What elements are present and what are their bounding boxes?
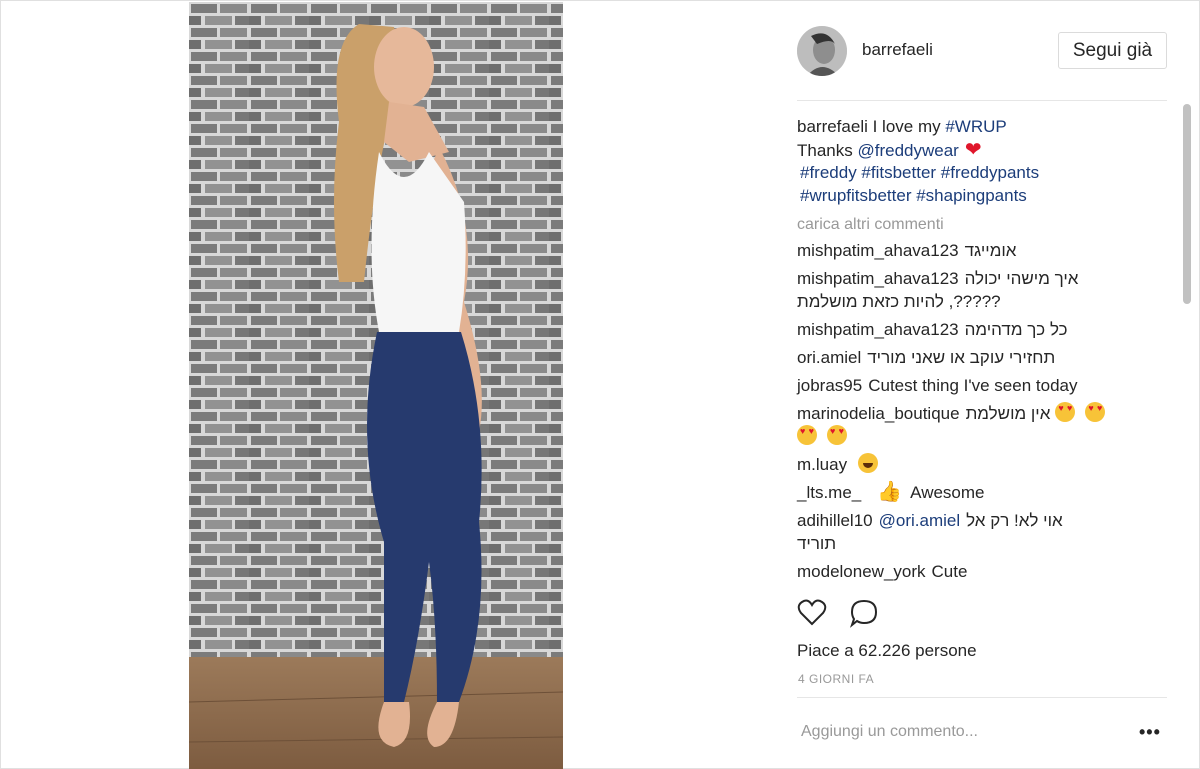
scrollbar-thumb[interactable] [1183, 104, 1191, 304]
speech-bubble-icon[interactable] [849, 598, 879, 628]
more-options-button[interactable]: ••• [1139, 722, 1161, 743]
caption-text: Thanks [797, 140, 858, 160]
comment-text: כל כך מדהימה [964, 320, 1068, 339]
list-item: ori.amiel תחזירי עוקב או שאני מוריד [797, 346, 1177, 369]
post-author-username[interactable]: barrefaeli [862, 40, 933, 60]
header-divider [797, 100, 1167, 101]
list-item: mishpatim_ahava123 כל כך מדהימה [797, 318, 1177, 341]
comment-text: Cute [931, 562, 968, 581]
list-item: marinodelia_boutique אין מושלמת [797, 402, 1177, 448]
thumbs-up-emoji-icon: 👍 [877, 481, 903, 503]
footer-divider [797, 697, 1167, 698]
mention-link[interactable]: @ori.amiel [879, 511, 961, 530]
hashtag-links[interactable]: #freddy #fitsbetter #freddypants [800, 163, 1039, 182]
post-caption: barrefaeli I love my #WRUP Thanks @fredd… [797, 116, 1177, 207]
likes-count[interactable]: Piace a 62.226 persone [797, 641, 977, 661]
comments-list: barrefaeli I love my #WRUP Thanks @fredd… [797, 116, 1177, 583]
heart-outline-icon[interactable] [797, 598, 827, 628]
comment-username[interactable]: jobras95 [797, 376, 862, 395]
comment-text: אוי לא! רק אל [966, 511, 1063, 530]
heart-eyes-emoji-icon [827, 425, 847, 445]
comment-text: אין מושלמת [965, 404, 1051, 423]
list-item: _lts.me_ 👍 Awesome [797, 481, 1177, 504]
hashtag-link[interactable]: #WRUP [945, 117, 1006, 136]
list-item: m.luay [797, 453, 1177, 476]
list-item: adihillel10 @ori.amiel אוי לא! רק אל תוריד [797, 509, 1177, 555]
grinning-emoji-icon [858, 453, 879, 473]
caption-username[interactable]: barrefaeli [797, 117, 868, 136]
comment-username[interactable]: ori.amiel [797, 348, 861, 367]
list-item: mishpatim_ahava123 איך מישהי יכולה ?????,… [797, 267, 1177, 313]
comment-username[interactable]: marinodelia_boutique [797, 404, 960, 423]
post-sidebar: barrefaeli Segui già barrefaeli I love m… [797, 0, 1167, 769]
heart-emoji-icon: ❤ [964, 138, 982, 161]
avatar[interactable] [797, 26, 847, 76]
list-item: mishpatim_ahava123 אומייגד [797, 239, 1177, 262]
comment-username[interactable]: mishpatim_ahava123 [797, 241, 959, 260]
comment-text: איך מישהי יכולה [964, 269, 1079, 288]
comments-scrollbar[interactable] [1181, 100, 1193, 586]
comment-text: תוריד [797, 534, 837, 553]
comment-text: Cutest thing I've seen today [868, 376, 1078, 395]
comment-username[interactable]: modelonew_york [797, 562, 926, 581]
comment-username[interactable]: mishpatim_ahava123 [797, 320, 959, 339]
comment-text: תחזירי עוקב או שאני מוריד [867, 348, 1056, 367]
comment-username[interactable]: mishpatim_ahava123 [797, 269, 959, 288]
hashtag-links[interactable]: #wrupfitsbetter #shapingpants [800, 186, 1027, 205]
heart-eyes-emoji-icon [797, 425, 817, 445]
caption-text: I love my [867, 117, 946, 136]
post-timestamp: 4 GIORNI FA [798, 672, 875, 686]
post-photo[interactable] [189, 2, 563, 769]
comment-text: אומייגד [964, 241, 1017, 260]
heart-eyes-emoji-icon [1055, 402, 1076, 422]
post-header: barrefaeli Segui già [797, 26, 1167, 78]
mention-link[interactable]: @freddywear [857, 141, 958, 160]
comment-text: Awesome [910, 483, 985, 502]
comment-username[interactable]: _lts.me_ [797, 483, 861, 502]
list-item: jobras95 Cutest thing I've seen today [797, 374, 1177, 397]
comment-username[interactable]: m.luay [797, 455, 847, 474]
comment-text: ?????, להיות כזאת מושלמת [797, 292, 1001, 311]
comment-username[interactable]: adihillel10 [797, 511, 873, 530]
load-more-comments-link[interactable]: carica altri commenti [797, 216, 1177, 234]
list-item: modelonew_york Cute [797, 560, 1177, 583]
heart-eyes-emoji-icon [1085, 402, 1106, 422]
follow-button[interactable]: Segui già [1058, 32, 1167, 69]
add-comment-input[interactable] [801, 723, 1101, 741]
